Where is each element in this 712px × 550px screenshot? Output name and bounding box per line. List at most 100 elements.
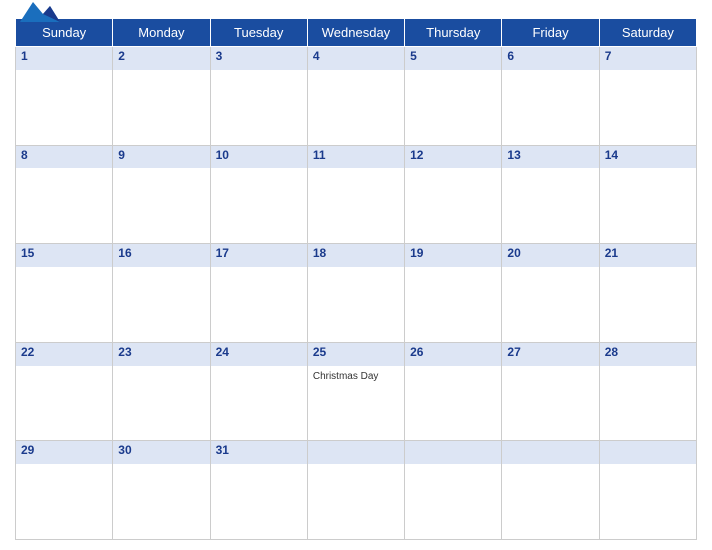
date-number: 14 (605, 148, 691, 162)
date-num-cell: 18 (307, 244, 404, 267)
event-cell (405, 267, 502, 342)
date-number: 13 (507, 148, 593, 162)
date-num-cell: 25 (307, 342, 404, 365)
date-num-cell: 26 (405, 342, 502, 365)
week-num-row-1: 89 10 11 12 13 14 (16, 145, 697, 168)
date-number: 31 (216, 443, 302, 457)
date-number: 17 (216, 246, 302, 260)
date-num-cell: 22 (16, 342, 113, 365)
day-header-friday: Friday (502, 19, 599, 47)
date-number: 16 (118, 246, 204, 260)
date-number: 24 (216, 345, 302, 359)
date-num-cell: 16 (113, 244, 210, 267)
date-num-cell: 13 (502, 145, 599, 168)
event-cell (405, 366, 502, 441)
event-cell (113, 70, 210, 145)
date-number: 7 (605, 49, 691, 63)
date-num-cell: 6 (502, 47, 599, 70)
event-cell (599, 464, 696, 539)
date-num-cell: 15 (16, 244, 113, 267)
event-cell (113, 267, 210, 342)
event-cell (599, 267, 696, 342)
event-cell (16, 366, 113, 441)
event-cell (405, 464, 502, 539)
event-cell (599, 70, 696, 145)
date-num-cell: 9 (113, 145, 210, 168)
date-num-cell: 11 (307, 145, 404, 168)
week-event-row-2 (16, 267, 697, 342)
event-cell (307, 267, 404, 342)
date-number: 23 (118, 345, 204, 359)
date-number: 6 (507, 49, 593, 63)
week-event-row-1 (16, 168, 697, 243)
date-num-cell (405, 441, 502, 464)
week-num-row-2: 15 16 17 18 19 20 21 (16, 244, 697, 267)
date-num-cell: 27 (502, 342, 599, 365)
date-num-cell: 14 (599, 145, 696, 168)
date-number: 25 (313, 345, 399, 359)
event-cell: Christmas Day (307, 366, 404, 441)
date-num-cell: 19 (405, 244, 502, 267)
date-num-cell: 30 (113, 441, 210, 464)
date-num-cell: 24 (210, 342, 307, 365)
event-cell (502, 168, 599, 243)
day-header-tuesday: Tuesday (210, 19, 307, 47)
calendar-table: SundayMondayTuesdayWednesdayThursdayFrid… (15, 18, 697, 540)
event-cell (502, 464, 599, 539)
date-num-cell (502, 441, 599, 464)
event-cell (113, 168, 210, 243)
date-number: 26 (410, 345, 496, 359)
date-number: 2 (118, 49, 204, 63)
event-cell (210, 464, 307, 539)
week-num-row-3: 22 23 24 25 26 27 28 (16, 342, 697, 365)
event-cell (113, 366, 210, 441)
event-cell (16, 70, 113, 145)
week-event-row-3: Christmas Day (16, 366, 697, 441)
date-num-cell: 5 (405, 47, 502, 70)
event-cell (307, 168, 404, 243)
event-cell (599, 366, 696, 441)
event-cell (599, 168, 696, 243)
event-cell (210, 267, 307, 342)
event-cell (210, 168, 307, 243)
event-cell (210, 366, 307, 441)
date-num-cell: 31 (210, 441, 307, 464)
event-cell (16, 168, 113, 243)
event-cell (502, 366, 599, 441)
date-number: 20 (507, 246, 593, 260)
event-cell (307, 464, 404, 539)
date-num-cell: 3 (210, 47, 307, 70)
date-num-cell: 20 (502, 244, 599, 267)
date-num-cell: 1 (16, 47, 113, 70)
date-num-cell (599, 441, 696, 464)
date-num-cell: 7 (599, 47, 696, 70)
week-num-row-4: 2930 31 (16, 441, 697, 464)
date-num-cell: 12 (405, 145, 502, 168)
day-header-wednesday: Wednesday (307, 19, 404, 47)
date-number: 19 (410, 246, 496, 260)
date-number: 21 (605, 246, 691, 260)
event-label: Christmas Day (313, 371, 399, 382)
day-header-thursday: Thursday (405, 19, 502, 47)
date-number: 15 (21, 246, 107, 260)
event-cell (502, 70, 599, 145)
day-header-monday: Monday (113, 19, 210, 47)
date-num-cell (307, 441, 404, 464)
date-number: 4 (313, 49, 399, 63)
date-number: 28 (605, 345, 691, 359)
date-number: 1 (21, 49, 107, 63)
event-cell (405, 168, 502, 243)
event-cell (405, 70, 502, 145)
date-number: 12 (410, 148, 496, 162)
date-number: 8 (21, 148, 107, 162)
date-num-cell: 29 (16, 441, 113, 464)
date-num-cell: 4 (307, 47, 404, 70)
date-num-cell: 28 (599, 342, 696, 365)
logo (15, 0, 65, 28)
date-num-cell: 17 (210, 244, 307, 267)
date-number: 10 (216, 148, 302, 162)
event-cell (16, 267, 113, 342)
date-number: 5 (410, 49, 496, 63)
event-cell (16, 464, 113, 539)
week-event-row-4 (16, 464, 697, 539)
